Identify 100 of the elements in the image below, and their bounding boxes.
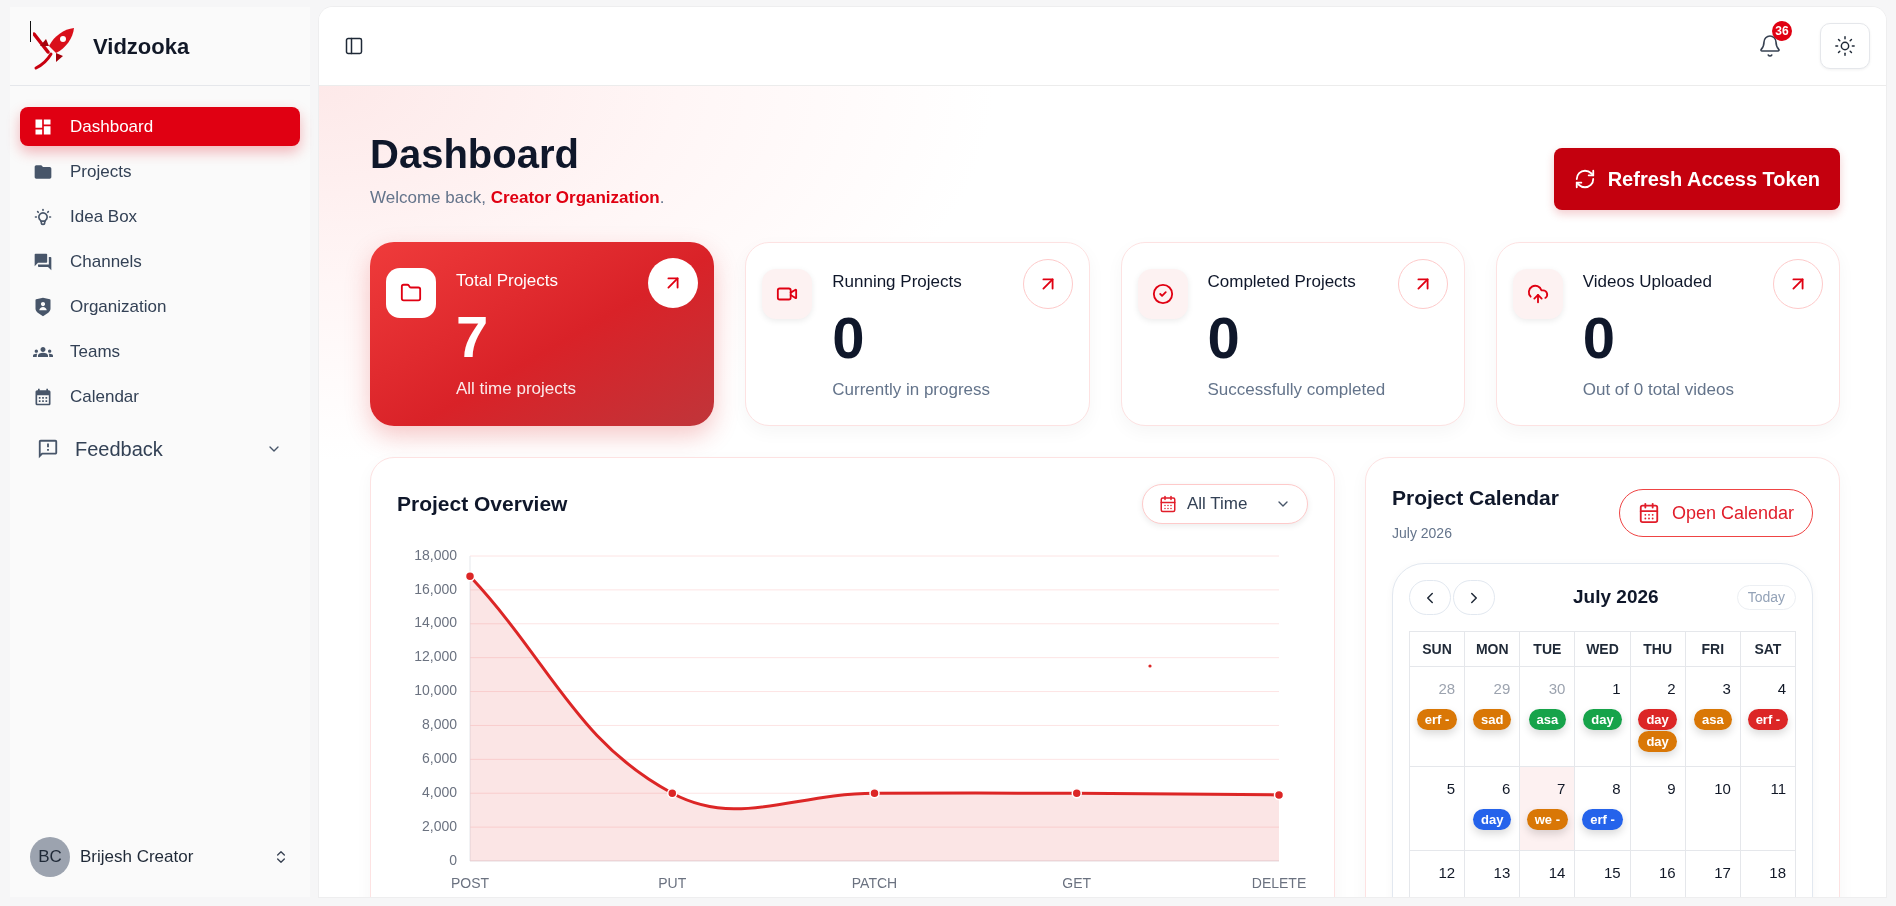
y-axis-label: 6,000 <box>421 750 457 767</box>
feedback-message-icon <box>37 438 59 460</box>
day-number: 13 <box>1493 863 1512 883</box>
stat-title: Running Projects <box>832 271 963 293</box>
open-calendar-button[interactable]: Open Calendar <box>1618 489 1813 537</box>
day-number: 5 <box>1446 779 1457 799</box>
notifications-button[interactable] <box>1758 34 1782 58</box>
day-number: 1 <box>1612 679 1622 699</box>
month-title: July 2026 <box>1573 585 1659 610</box>
calendar-day-cell[interactable]: 10 <box>1685 767 1741 851</box>
day-number: 28 <box>1438 679 1457 699</box>
sidebar-nav-item[interactable]: Projects <box>20 152 300 191</box>
stat-caption: Currently in progress <box>832 379 992 401</box>
calendar-icon <box>1637 502 1660 524</box>
stat-title: Total Projects <box>456 270 560 292</box>
cloud-upload-icon <box>1512 269 1563 319</box>
open-details-button[interactable] <box>648 258 699 308</box>
sidebar-nav-item[interactable]: Teams <box>20 332 300 371</box>
day-number: 3 <box>1722 679 1732 699</box>
calendar-day-cell[interactable]: 3 asa <box>1685 667 1741 767</box>
calendar-day-cell[interactable]: 8 erf - <box>1575 767 1631 851</box>
welcome-message: Welcome back, Creator Organization. <box>370 187 665 209</box>
card-title: Project Calendar <box>1392 485 1559 511</box>
stat-value: 0 <box>832 308 866 368</box>
bell-icon <box>1758 34 1782 58</box>
y-axis-label: 16,000 <box>414 580 457 597</box>
theme-toggle-button[interactable] <box>1820 23 1870 69</box>
day-number: 10 <box>1714 779 1732 799</box>
day-number: 30 <box>1548 679 1567 699</box>
y-axis-label: 10,000 <box>414 682 457 699</box>
calendar-icon <box>1159 495 1177 513</box>
calendar-day-cell[interactable]: 2 day day <box>1630 667 1686 767</box>
brand-name: Vidzooka <box>93 32 190 61</box>
page-title: Dashboard <box>370 131 580 178</box>
open-details-button[interactable] <box>1022 259 1073 309</box>
dot-icon <box>1148 664 1152 668</box>
text-caret-icon <box>30 21 31 42</box>
open-details-button[interactable] <box>1397 259 1448 309</box>
video-camera-icon <box>762 269 813 319</box>
event-pill[interactable]: erf - <box>1582 809 1623 830</box>
rocket-logo-icon <box>33 27 75 71</box>
sidebar-nav-item[interactable]: Channels <box>20 242 300 281</box>
day-number: 16 <box>1659 863 1677 883</box>
refresh-token-button[interactable]: Refresh Access Token <box>1553 148 1840 210</box>
sidebar-nav-group[interactable]: Feedback <box>20 426 300 472</box>
refresh-icon <box>1573 168 1596 190</box>
sidebar-toggle-button[interactable] <box>343 35 365 57</box>
event-pill[interactable]: erf - <box>1747 709 1789 730</box>
x-axis-label: DELETE <box>1251 874 1307 891</box>
day-number: 7 <box>1557 779 1567 799</box>
event-pill[interactable]: day <box>1473 809 1512 830</box>
calendar-day-cell[interactable]: 7 we - <box>1520 767 1576 851</box>
calendar-day-cell[interactable]: 11 <box>1740 767 1796 851</box>
x-axis-label: POST <box>450 874 490 891</box>
time-range-dropdown[interactable]: All Time <box>1142 484 1308 524</box>
stat-value: 0 <box>1582 308 1616 368</box>
day-number: 12 <box>1438 863 1457 883</box>
sidebar-nav-item[interactable]: Dashboard <box>20 107 300 146</box>
calendar-day-cell[interactable]: 4 erf - <box>1740 667 1796 767</box>
chart-point <box>464 571 476 582</box>
user-menu-button[interactable]: BC Brijesh Creator <box>10 817 310 897</box>
chat-bubbles-icon <box>33 251 53 272</box>
card-title: Project Overview <box>397 491 568 518</box>
y-axis-label: 12,000 <box>414 648 457 665</box>
stat-title: Videos Uploaded <box>1582 271 1713 293</box>
sidebar-nav-item[interactable]: Organization <box>20 287 300 326</box>
event-pill[interactable]: day <box>1638 709 1677 730</box>
calendar-day-cell[interactable]: 1 day <box>1575 667 1631 767</box>
chart-point <box>1273 789 1285 801</box>
y-axis-label: 14,000 <box>414 614 457 631</box>
stat-value: 7 <box>456 307 490 367</box>
day-number: 2 <box>1667 679 1677 699</box>
sidebar-nav-item[interactable]: Calendar <box>20 377 300 416</box>
y-axis-label: 8,000 <box>421 716 457 733</box>
stat-caption: All time projects <box>456 378 577 400</box>
notification-count-badge: 36 <box>1772 21 1792 41</box>
calendar-icon <box>33 386 53 407</box>
panel-left-icon <box>344 36 364 56</box>
day-number: 6 <box>1501 779 1512 799</box>
open-details-button[interactable] <box>1773 259 1823 309</box>
day-number: 15 <box>1603 863 1622 883</box>
user-name: Brijesh Creator <box>80 846 195 869</box>
day-number: 17 <box>1714 863 1732 883</box>
sidebar-nav-item[interactable]: Idea Box <box>20 197 300 236</box>
chart-point <box>869 787 880 799</box>
day-number: 14 <box>1548 863 1567 883</box>
x-axis-label: PATCH <box>851 874 898 891</box>
y-axis-label: 4,000 <box>421 783 457 800</box>
day-number: 4 <box>1777 679 1787 699</box>
day-number: 8 <box>1612 779 1622 799</box>
card-subtitle: July 2026 <box>1392 524 1453 542</box>
calendar-day-cell[interactable]: 6 day <box>1465 767 1521 851</box>
sun-icon <box>1834 35 1856 57</box>
stat-caption: Successfully completed <box>1207 379 1387 401</box>
x-axis-label: GET <box>1062 874 1092 891</box>
calendar-day-cell[interactable]: 5 <box>1410 767 1466 851</box>
folder-icon <box>386 268 436 318</box>
y-axis-label: 2,000 <box>421 817 457 834</box>
day-number: 18 <box>1769 863 1787 883</box>
calendar-day-cell[interactable]: 9 <box>1630 767 1686 851</box>
